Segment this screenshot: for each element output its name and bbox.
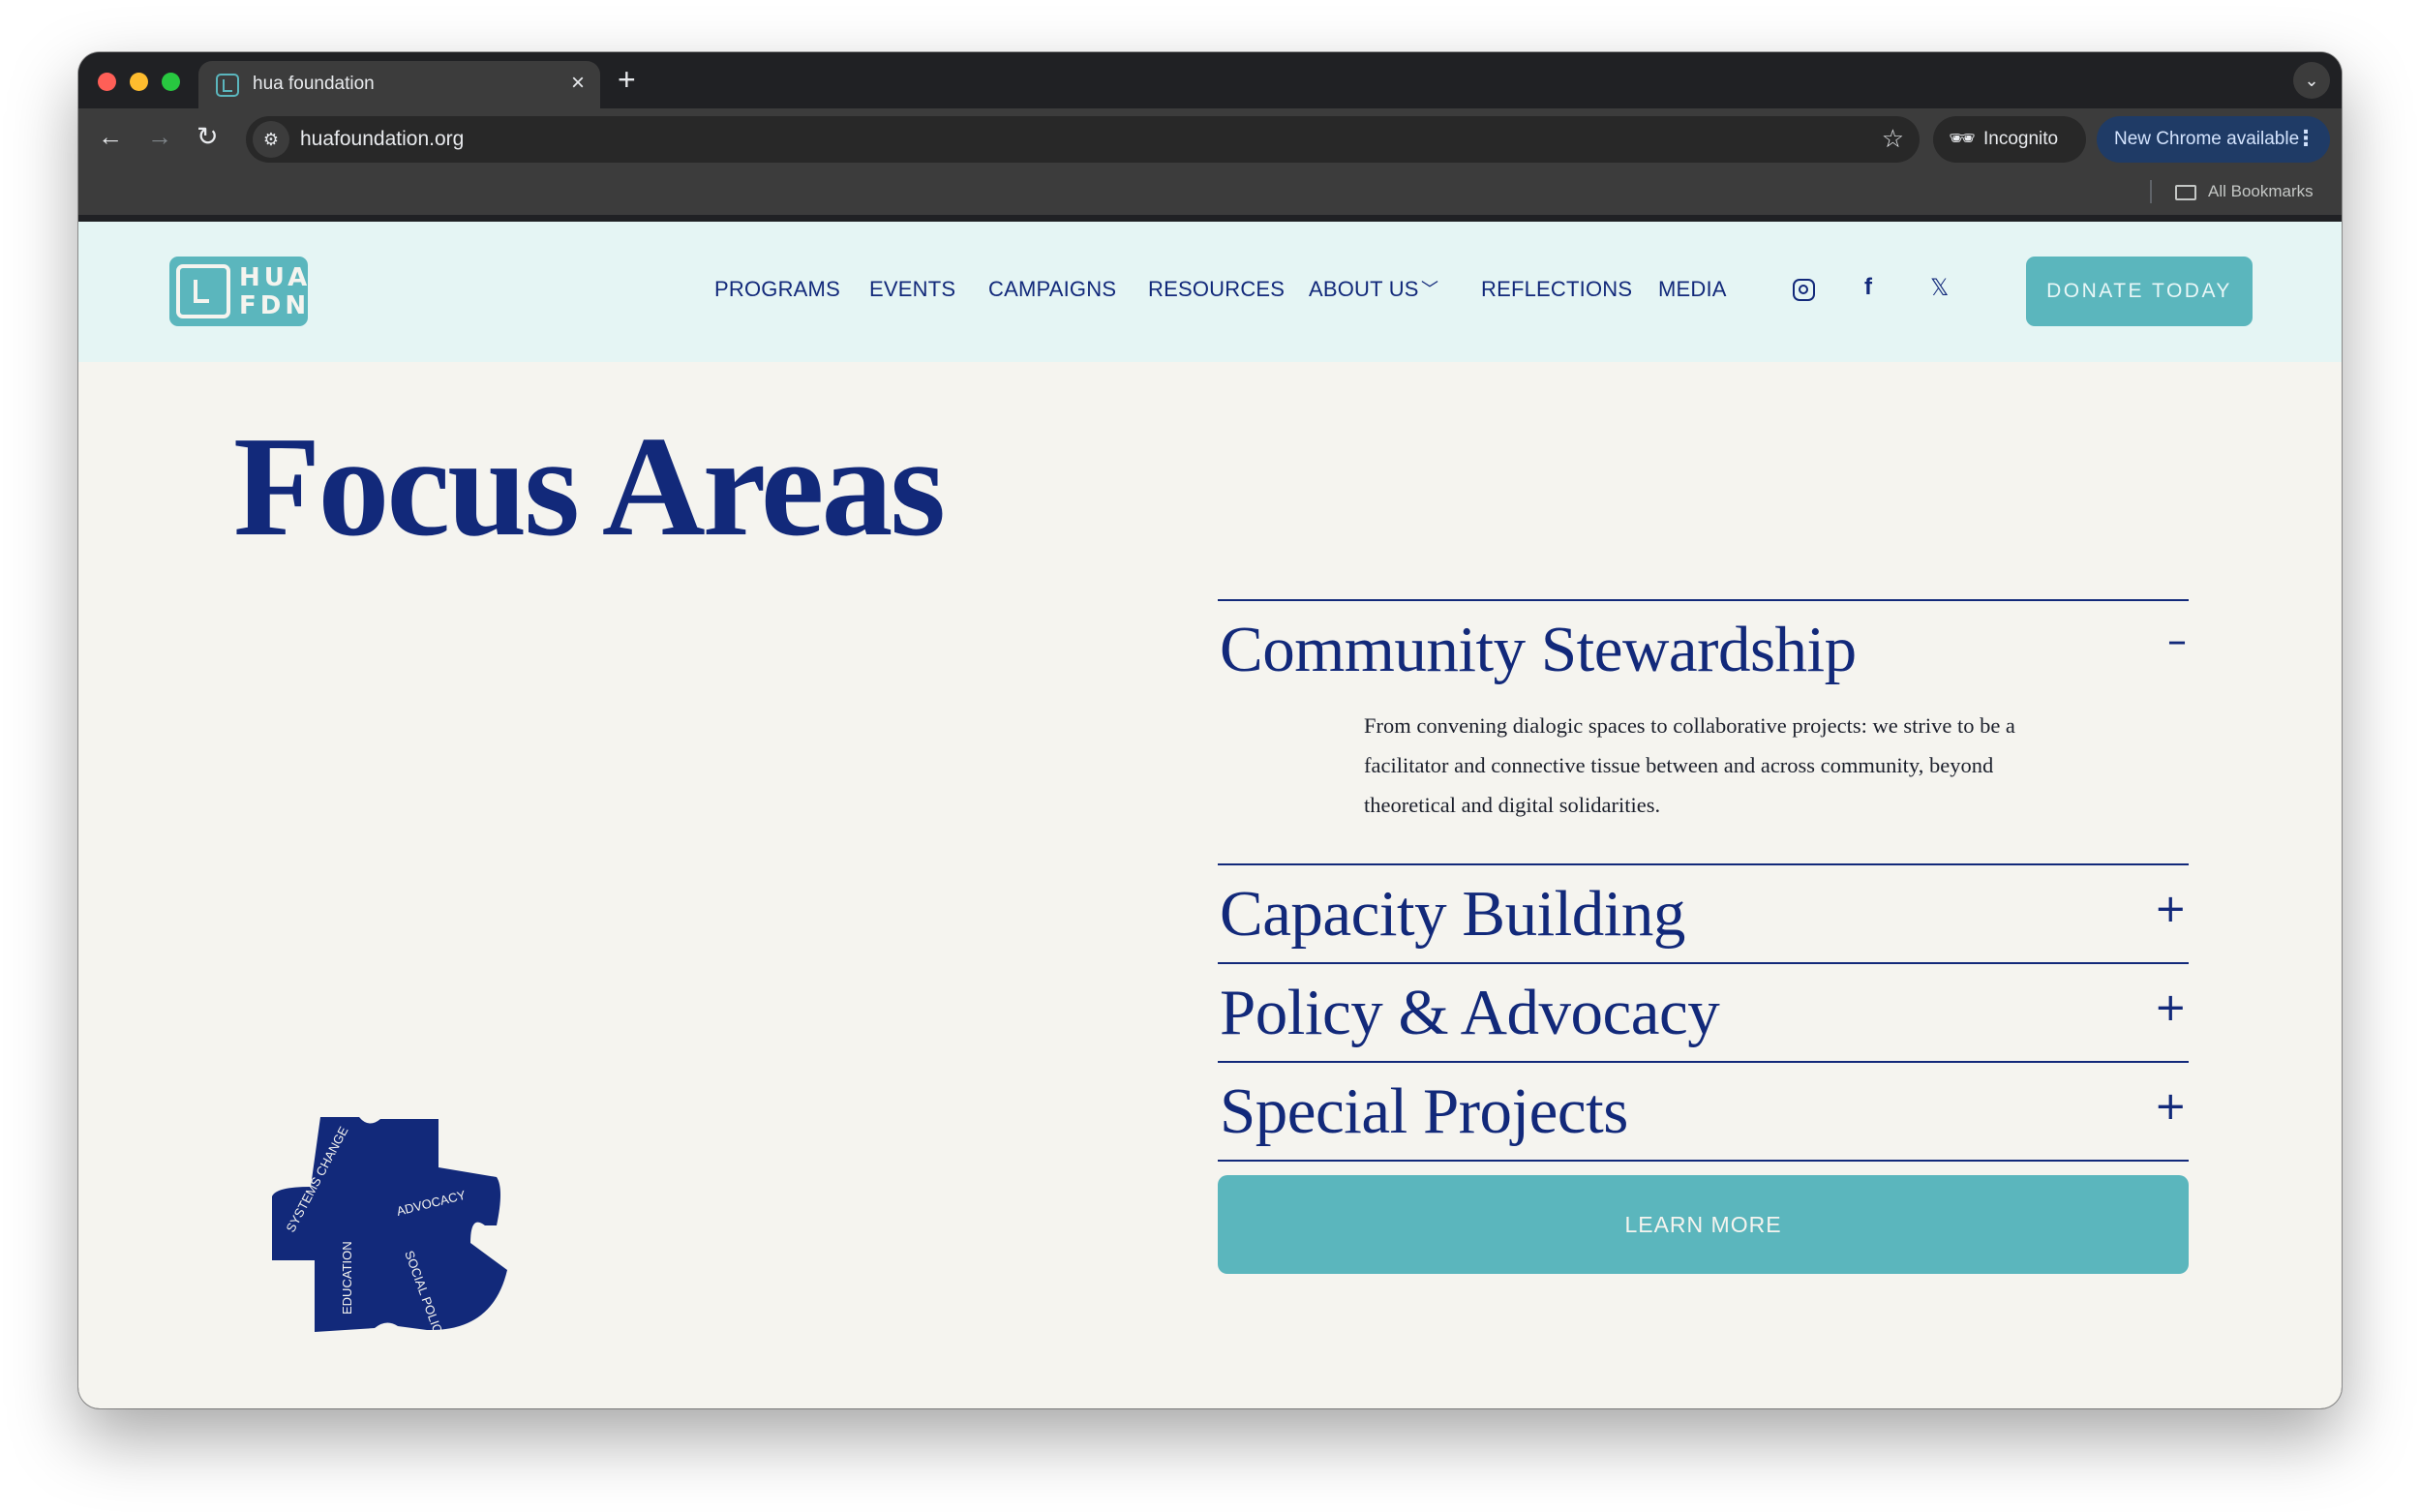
collapse-icon[interactable]: – xyxy=(2167,619,2187,663)
learn-more-button[interactable]: LEARN MORE xyxy=(1218,1175,2189,1274)
favicon-icon xyxy=(216,74,239,97)
address-bar[interactable]: ⚙ huafoundation.org ☆ xyxy=(246,116,1920,163)
tab-strip: hua foundation × + ⌄ xyxy=(78,52,2342,108)
x-twitter-icon[interactable]: 𝕏 xyxy=(1930,274,1949,301)
url-text[interactable]: huafoundation.org xyxy=(300,128,464,151)
nav-events[interactable]: EVENTS xyxy=(869,277,955,302)
new-tab-button[interactable]: + xyxy=(618,62,636,98)
accordion-title[interactable]: Capacity Building xyxy=(1218,865,2189,962)
tab-title: hua foundation xyxy=(253,74,375,94)
donate-today-button[interactable]: DONATE TODAY xyxy=(2026,257,2253,326)
browser-window: hua foundation × + ⌄ ← → ↻ ⚙ huafoundati… xyxy=(78,52,2342,1408)
accordion-title[interactable]: Special Projects xyxy=(1218,1063,2189,1160)
bookmarks-separator xyxy=(2150,180,2152,203)
nav-about-us[interactable]: ABOUT US xyxy=(1309,277,1419,302)
hua-fdn-logo[interactable]: HUA FDN xyxy=(169,257,308,326)
nav-programs[interactable]: PROGRAMS xyxy=(714,277,840,302)
expand-icon[interactable]: + xyxy=(2154,1084,2187,1129)
nav-reflections[interactable]: REFLECTIONS xyxy=(1481,277,1632,302)
back-button[interactable]: ← xyxy=(98,122,123,152)
update-label: New Chrome available xyxy=(2114,129,2300,149)
site-header: HUA FDN PROGRAMS EVENTS CAMPAIGNS RESOUR… xyxy=(78,222,2342,362)
instagram-icon[interactable] xyxy=(1793,279,1815,301)
maximize-window-button[interactable] xyxy=(162,73,180,91)
bookmark-star-icon[interactable]: ☆ xyxy=(1882,124,1904,154)
nav-resources[interactable]: RESOURCES xyxy=(1148,277,1285,302)
incognito-label: Incognito xyxy=(1983,129,2059,149)
focus-areas-puzzle-graphic: SYSTEMS CHANGE ADVOCACY EDUCATION SOCIAL… xyxy=(272,1117,507,1340)
folder-icon xyxy=(2175,185,2196,200)
page-title: Focus Areas xyxy=(233,408,946,566)
logo-text-hua: HUA xyxy=(239,263,312,292)
focus-areas-accordion: Community Stewardship – From convening d… xyxy=(1218,599,2189,1162)
browser-toolbar: ← → ↻ ⚙ huafoundation.org ☆ 🕶 Incognito … xyxy=(78,108,2342,168)
incognito-indicator[interactable]: 🕶 Incognito xyxy=(1933,116,2086,163)
nav-campaigns[interactable]: CAMPAIGNS xyxy=(988,277,1116,302)
all-bookmarks-button[interactable]: All Bookmarks xyxy=(2208,182,2314,201)
minimize-window-button[interactable] xyxy=(130,73,148,91)
accordion-title[interactable]: Community Stewardship xyxy=(1218,601,2189,698)
page-viewport: HUA FDN PROGRAMS EVENTS CAMPAIGNS RESOUR… xyxy=(78,222,2342,1408)
accordion-item-policy-advocacy[interactable]: Policy & Advocacy + xyxy=(1218,962,2189,1061)
nav-media[interactable]: MEDIA xyxy=(1658,277,1727,302)
facebook-icon[interactable]: f xyxy=(1864,274,1872,301)
chevron-down-icon[interactable]: ﹀ xyxy=(1421,276,1438,301)
more-menu-icon[interactable]: ⋮ xyxy=(2295,126,2316,151)
accordion-item-capacity-building[interactable]: Capacity Building + xyxy=(1218,863,2189,962)
tab-hua-foundation[interactable]: hua foundation × xyxy=(198,61,600,108)
reload-button[interactable]: ↻ xyxy=(197,122,219,152)
logo-mark-icon xyxy=(176,264,230,318)
accordion-body: From convening dialogic spaces to collab… xyxy=(1364,713,2015,817)
tab-close-icon[interactable]: × xyxy=(571,70,585,97)
accordion-item-community-stewardship[interactable]: Community Stewardship – From convening d… xyxy=(1218,599,2189,863)
tab-search-button[interactable]: ⌄ xyxy=(2293,62,2330,99)
puzzle-piece-shape xyxy=(272,1117,507,1332)
site-info-icon[interactable]: ⚙ xyxy=(253,121,289,158)
incognito-icon: 🕶 xyxy=(1949,126,1976,150)
forward-button[interactable]: → xyxy=(147,122,172,152)
close-window-button[interactable] xyxy=(98,73,116,91)
accordion-item-special-projects[interactable]: Special Projects + xyxy=(1218,1061,2189,1162)
logo-text-fdn: FDN xyxy=(239,291,311,320)
new-chrome-available-button[interactable]: New Chrome available ⋮ xyxy=(2097,116,2330,163)
label-education: EDUCATION xyxy=(340,1241,354,1315)
expand-icon[interactable]: + xyxy=(2154,887,2187,931)
accordion-title[interactable]: Policy & Advocacy xyxy=(1218,964,2189,1061)
expand-icon[interactable]: + xyxy=(2154,985,2187,1030)
bookmarks-bar: All Bookmarks xyxy=(78,168,2342,215)
